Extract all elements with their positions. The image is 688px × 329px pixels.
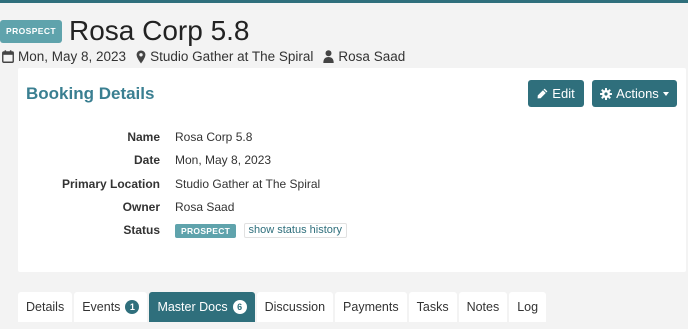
meta-location: Studio Gather at The Spiral [136, 49, 313, 64]
page-title: Rosa Corp 5.8 [68, 15, 250, 46]
actions-dropdown-button[interactable]: Actions [592, 80, 677, 107]
tab-label: Details [26, 300, 65, 314]
gear-icon [600, 87, 613, 100]
detail-value: Rosa Saad [175, 200, 235, 214]
tab-label: Master Docs [157, 300, 228, 314]
actions-button-label: Actions [616, 86, 659, 101]
detail-label: Date [133, 153, 160, 167]
edit-button[interactable]: Edit [528, 80, 584, 107]
tab-payments[interactable]: Payments [335, 292, 407, 322]
show-status-history-link[interactable]: show status history [243, 223, 348, 239]
detail-value: Studio Gather at The Spiral [175, 177, 321, 191]
tab-label: Payments [343, 300, 399, 314]
user-icon [323, 50, 335, 63]
detail-label: Primary Location [61, 177, 160, 191]
meta-date-text: Mon, May 8, 2023 [18, 49, 127, 64]
detail-row-name: Name Rosa Corp 5.8 [18, 130, 418, 148]
tab-notes[interactable]: Notes [458, 292, 508, 322]
booking-details-card: Booking Details Edit Actions Name Rosa C… [18, 68, 686, 272]
booking-tabs: Details Events 1 Master Docs 6 Discussio… [18, 292, 548, 322]
detail-label: Owner [122, 200, 160, 214]
tab-discussion[interactable]: Discussion [256, 292, 334, 322]
edit-button-label: Edit [552, 86, 575, 101]
detail-row-owner: Owner Rosa Saad [18, 200, 418, 218]
meta-owner: Rosa Saad [323, 49, 405, 64]
detail-value: PROSPECT show status history [175, 223, 348, 239]
tab-master-docs[interactable]: Master Docs 6 [149, 292, 255, 322]
tab-details[interactable]: Details [18, 292, 73, 322]
detail-label: Name [127, 130, 160, 144]
tab-label: Discussion [264, 300, 326, 314]
calendar-icon [2, 50, 14, 63]
meta-date: Mon, May 8, 2023 [2, 49, 126, 64]
map-marker-icon [136, 50, 146, 63]
chevron-down-icon [662, 91, 669, 96]
detail-row-date: Date Mon, May 8, 2023 [18, 153, 418, 171]
count-badge: 6 [232, 300, 247, 314]
tab-label: Tasks [416, 300, 449, 314]
tab-label: Log [517, 300, 539, 314]
tab-label: Notes [466, 300, 500, 314]
tab-tasks[interactable]: Tasks [408, 292, 457, 322]
status-badge: PROSPECT [0, 19, 62, 43]
meta-owner-text: Rosa Saad [338, 49, 406, 64]
card-title: Booking Details [26, 84, 155, 103]
pencil-icon [537, 88, 548, 99]
detail-label: Status [123, 223, 160, 237]
meta-location-text: Studio Gather at The Spiral [150, 49, 314, 64]
tab-log[interactable]: Log [509, 292, 547, 322]
tab-events[interactable]: Events 1 [74, 292, 148, 322]
detail-row-primary-location: Primary Location Studio Gather at The Sp… [18, 177, 418, 195]
tab-label: Events [82, 300, 121, 314]
top-accent-bar [0, 0, 688, 3]
detail-value: Rosa Corp 5.8 [175, 130, 253, 144]
status-badge: PROSPECT [175, 223, 237, 238]
detail-value: Mon, May 8, 2023 [175, 153, 272, 167]
page-header: PROSPECT Rosa Corp 5.8 [0, 14, 250, 48]
booking-meta: Mon, May 8, 2023 Studio Gather at The Sp… [2, 49, 415, 64]
detail-row-status: Status PROSPECT show status history [18, 223, 418, 241]
count-badge: 1 [125, 300, 140, 314]
